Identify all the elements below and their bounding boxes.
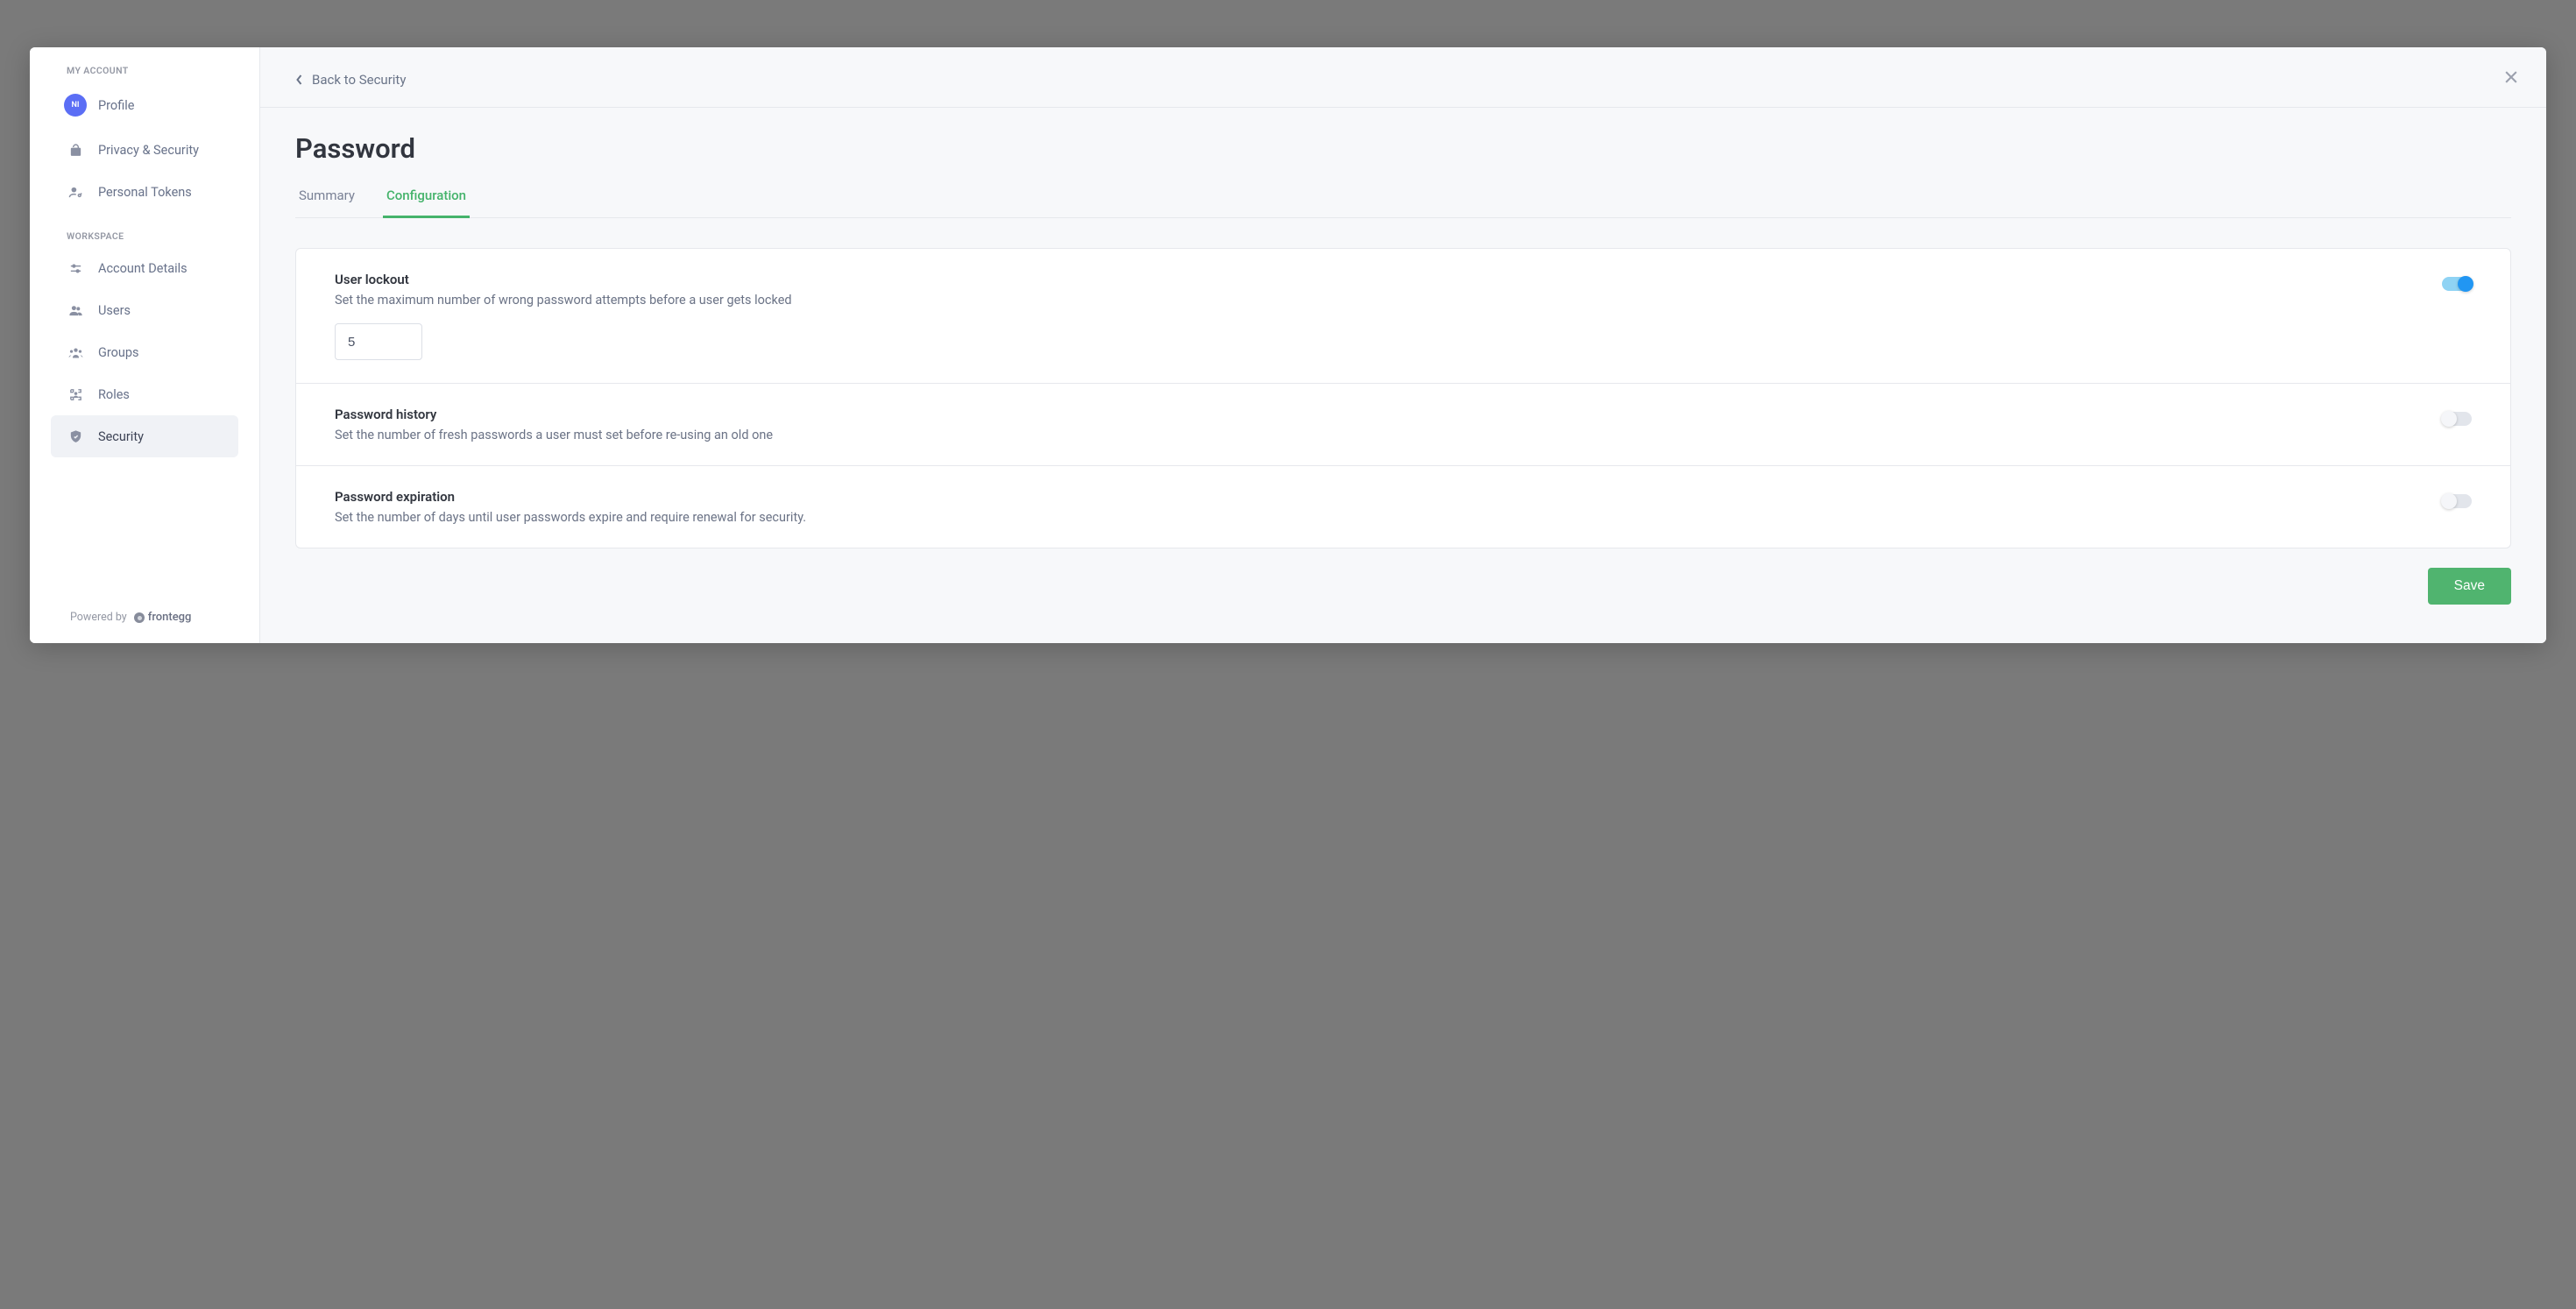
chevron-left-icon	[295, 74, 303, 86]
sidebar-item-roles[interactable]: Roles	[51, 373, 238, 415]
sidebar-item-label: Users	[98, 303, 131, 318]
sidebar: MY ACCOUNT NI Profile Privacy & Security…	[30, 47, 260, 643]
sidebar-item-profile[interactable]: NI Profile	[51, 81, 238, 129]
setting-password-history: Password history Set the number of fresh…	[296, 384, 2510, 466]
sidebar-section-my-account: MY ACCOUNT	[30, 47, 259, 81]
lock-open-icon	[67, 141, 84, 159]
setting-desc: Set the number of days until user passwo…	[335, 510, 2442, 525]
user-lockout-toggle[interactable]	[2442, 277, 2472, 291]
setting-title: Password history	[335, 407, 2442, 422]
topbar: Back to Security	[260, 47, 2546, 108]
frontegg-logo-icon	[134, 612, 145, 623]
sidebar-item-label: Personal Tokens	[98, 185, 192, 200]
content: Password Summary Configuration User lock…	[260, 108, 2546, 629]
page-title: Password	[295, 132, 2511, 165]
setting-desc: Set the maximum number of wrong password…	[335, 293, 2442, 308]
users-icon	[67, 301, 84, 319]
avatar: NI	[64, 94, 87, 117]
sidebar-item-account-details[interactable]: Account Details	[51, 247, 238, 289]
setting-title: User lockout	[335, 272, 2442, 287]
back-to-security-link[interactable]: Back to Security	[295, 72, 406, 88]
setting-user-lockout: User lockout Set the maximum number of w…	[296, 249, 2510, 384]
frontegg-logo: frontegg	[134, 611, 192, 624]
sidebar-item-label: Account Details	[98, 261, 188, 276]
sidebar-item-label: Privacy & Security	[98, 143, 199, 158]
sidebar-item-label: Groups	[98, 345, 139, 360]
user-lockout-attempts-input[interactable]	[335, 323, 422, 360]
sidebar-footer: Powered by frontegg	[30, 595, 259, 643]
sidebar-item-security[interactable]: Security	[51, 415, 238, 457]
setting-desc: Set the number of fresh passwords a user…	[335, 428, 2442, 442]
frontegg-brand-text: frontegg	[148, 611, 192, 624]
back-link-label: Back to Security	[312, 72, 406, 88]
sidebar-item-label: Roles	[98, 387, 130, 402]
settings-card: User lockout Set the maximum number of w…	[295, 248, 2511, 548]
sidebar-item-personal-tokens[interactable]: Personal Tokens	[51, 171, 238, 213]
tab-configuration[interactable]: Configuration	[383, 179, 470, 218]
actions-bar: Save	[295, 568, 2511, 605]
sidebar-item-groups[interactable]: Groups	[51, 331, 238, 373]
password-expiration-toggle[interactable]	[2442, 494, 2472, 508]
tab-summary[interactable]: Summary	[295, 179, 358, 218]
main-pane: Back to Security Password Summary Config…	[260, 47, 2546, 643]
user-key-icon	[67, 183, 84, 201]
setting-password-expiration: Password expiration Set the number of da…	[296, 466, 2510, 548]
powered-by-label: Powered by	[70, 611, 127, 624]
close-button[interactable]	[2499, 65, 2523, 89]
save-button[interactable]: Save	[2428, 568, 2511, 605]
shield-icon	[67, 428, 84, 445]
sidebar-item-label: Profile	[98, 98, 134, 113]
groups-icon	[67, 343, 84, 361]
sidebar-list-account: NI Profile Privacy & Security Personal T…	[30, 81, 259, 213]
roles-icon	[67, 386, 84, 403]
sliders-icon	[67, 259, 84, 277]
close-icon	[2502, 68, 2520, 86]
sidebar-item-privacy-security[interactable]: Privacy & Security	[51, 129, 238, 171]
setting-title: Password expiration	[335, 489, 2442, 505]
sidebar-list-workspace: Account Details Users Groups Roles	[30, 247, 259, 457]
password-history-toggle[interactable]	[2442, 412, 2472, 426]
settings-modal: MY ACCOUNT NI Profile Privacy & Security…	[30, 47, 2546, 643]
sidebar-item-users[interactable]: Users	[51, 289, 238, 331]
sidebar-section-workspace: WORKSPACE	[30, 213, 259, 247]
tabs: Summary Configuration	[295, 179, 2511, 218]
sidebar-item-label: Security	[98, 429, 144, 444]
